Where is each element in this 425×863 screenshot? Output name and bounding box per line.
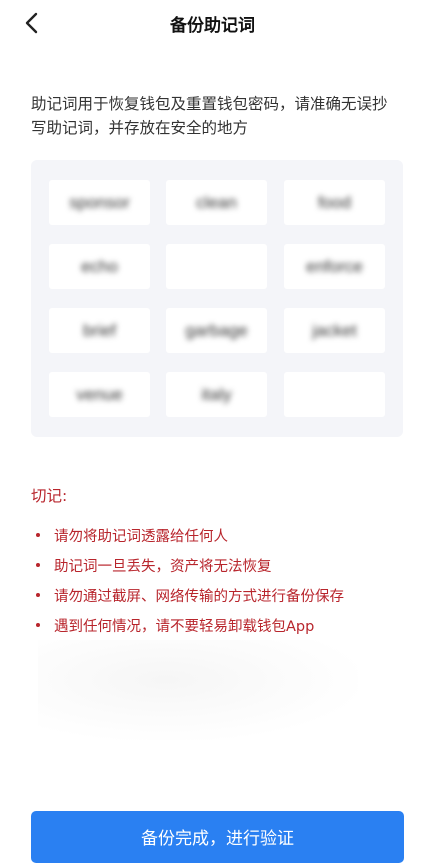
warning-title: 切记: bbox=[31, 487, 68, 505]
confirm-backup-button[interactable]: 备份完成，进行验证 bbox=[31, 811, 404, 863]
mnemonic-word: clean bbox=[166, 180, 267, 225]
mnemonic-word: enforce bbox=[284, 244, 385, 289]
bullet-icon bbox=[36, 593, 40, 597]
warning-item: 请勿通过截屏、网络传输的方式进行备份保存 bbox=[31, 580, 344, 610]
mnemonic-grid: sponsor clean food echo enforce brief ga… bbox=[31, 160, 403, 437]
mnemonic-word: italy bbox=[166, 372, 267, 417]
warning-item: 遇到任何情况，请不要轻易卸载钱包App bbox=[31, 610, 344, 640]
intro-text: 助记词用于恢复钱包及重置钱包密码，请准确无误抄写助记词，并存放在安全的地方 bbox=[31, 95, 388, 137]
nav-bar: 备份助记词 bbox=[0, 0, 425, 46]
warning-list: 请勿将助记词透露给任何人 助记词一旦丢失，资产将无法恢复 请勿通过截屏、网络传输… bbox=[31, 520, 344, 640]
warning-item: 助记词一旦丢失，资产将无法恢复 bbox=[31, 550, 344, 580]
mnemonic-word: echo bbox=[49, 244, 150, 289]
blurred-area bbox=[38, 640, 358, 740]
mnemonic-word: venue bbox=[49, 372, 150, 417]
mnemonic-word: food bbox=[284, 180, 385, 225]
bullet-icon bbox=[36, 563, 40, 567]
mnemonic-word bbox=[166, 244, 267, 289]
confirm-backup-label: 备份完成，进行验证 bbox=[141, 829, 294, 849]
bullet-icon bbox=[36, 533, 40, 537]
mnemonic-word: jacket bbox=[284, 308, 385, 353]
warning-text: 请勿将助记词透露给任何人 bbox=[54, 528, 228, 545]
mnemonic-word: brief bbox=[49, 308, 150, 353]
warning-item: 请勿将助记词透露给任何人 bbox=[31, 520, 344, 550]
mnemonic-word: garbage bbox=[166, 308, 267, 353]
warning-text: 遇到任何情况，请不要轻易卸载钱包App bbox=[54, 618, 315, 635]
mnemonic-word bbox=[284, 372, 385, 417]
mnemonic-word: sponsor bbox=[49, 180, 150, 225]
bullet-icon bbox=[36, 623, 40, 627]
warning-text: 助记词一旦丢失，资产将无法恢复 bbox=[54, 558, 272, 575]
warning-text: 请勿通过截屏、网络传输的方式进行备份保存 bbox=[54, 588, 344, 605]
page-title: 备份助记词 bbox=[170, 16, 255, 36]
